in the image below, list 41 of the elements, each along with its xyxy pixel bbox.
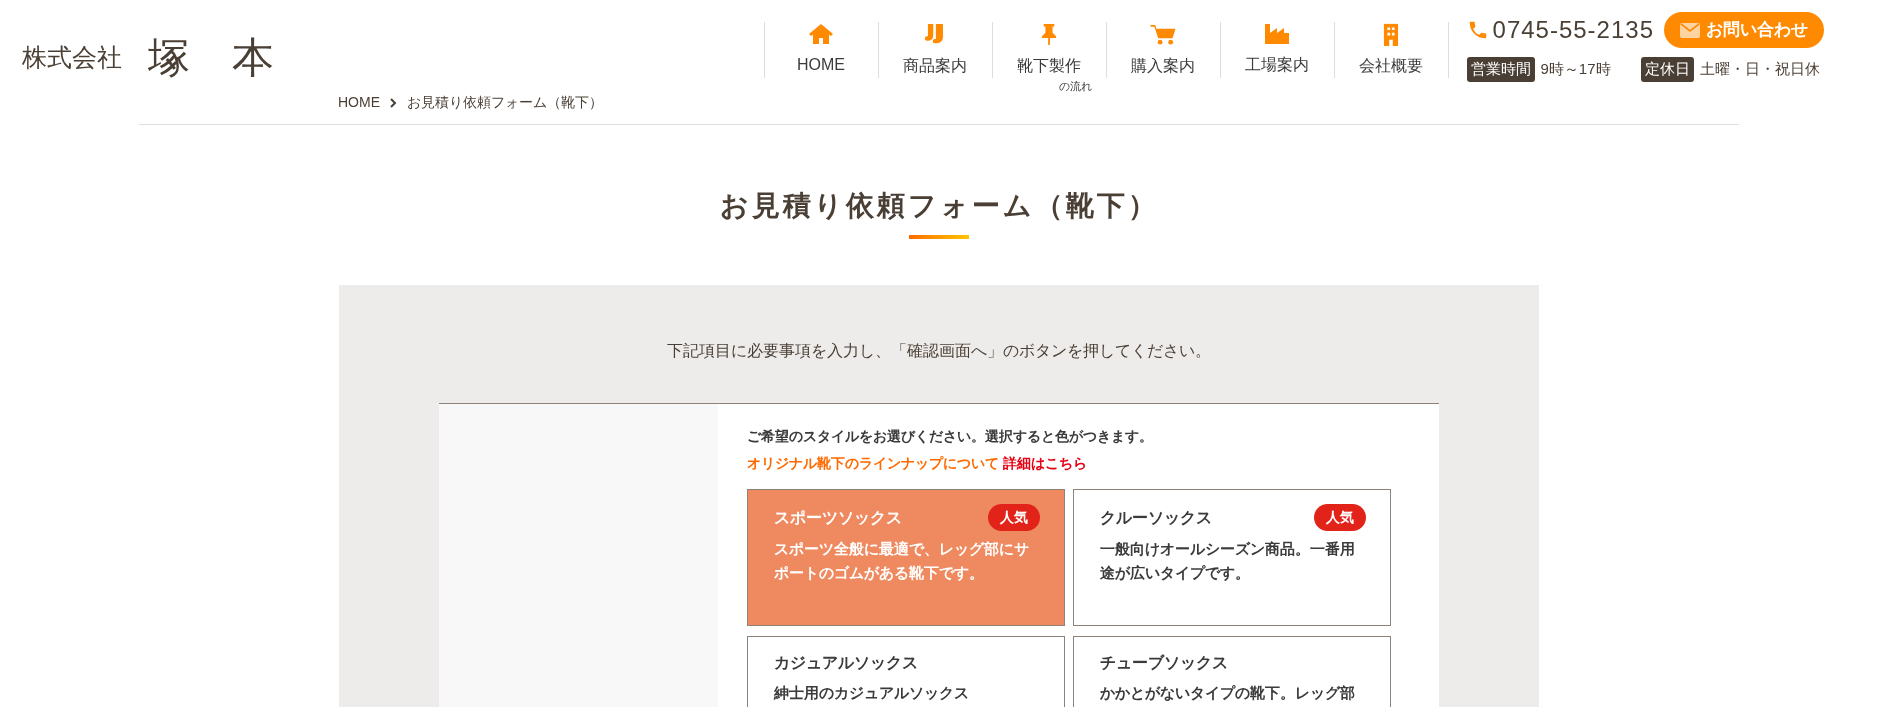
style-description: スポーツ全般に最適で、レッグ部にサポートのゴムがある靴下です。 [774, 540, 1030, 583]
closed-label: 定休日 [1640, 57, 1694, 82]
mail-icon [1680, 22, 1700, 38]
style-option-card[interactable]: チューブソックス かかとがないタイプの靴下。レッグ部 [1073, 636, 1391, 707]
details-link[interactable]: 詳細はこちら [1003, 453, 1087, 474]
closed-text: 土曜・日・祝日休 [1699, 59, 1820, 79]
popular-badge: 人気 [988, 504, 1040, 531]
intro-text: 下記項目に必要事項を入力し、「確認画面へ」のボタンを押してください。 [667, 341, 1211, 361]
style-option-card[interactable]: カジュアルソックス 紳士用のカジュアルソックス [747, 636, 1065, 707]
cart-icon [1149, 23, 1178, 46]
page-title: お見積り依頼フォーム（靴下） [719, 189, 1159, 223]
company-name: 塚 本 [148, 32, 274, 84]
home-icon [808, 23, 835, 45]
style-description: 紳士用のカジュアルソックス [774, 684, 970, 703]
building-icon [1382, 23, 1401, 46]
hours-text: 9時～17時 [1540, 59, 1611, 79]
nav-item[interactable]: 会社概要 [1334, 22, 1449, 78]
popular-badge: 人気 [1314, 504, 1366, 531]
hours-label: 営業時間 [1466, 57, 1535, 82]
company-type: 株式会社 [22, 41, 122, 73]
phone-number: 0745-55-2135 [1492, 15, 1654, 45]
nav-item[interactable]: 工場案内 [1220, 22, 1335, 78]
breadcrumb-link[interactable]: HOME [338, 92, 380, 113]
style-name: クルーソックス [1100, 507, 1212, 528]
chevron-icon [390, 97, 397, 108]
title-underline [909, 235, 969, 239]
style-instruction: ご希望のスタイルをお選びください。選択すると色がつきます。 [747, 427, 1154, 446]
nav-item[interactable]: HOME [764, 22, 879, 78]
style-name: チューブソックス [1100, 653, 1228, 673]
nav-item[interactable]: 商品案内 [878, 22, 993, 78]
style-option-card[interactable]: クルーソックス 人気 一般向けオールシーズン商品。一番用途が広いタイプです。 [1073, 489, 1391, 626]
factory-icon [1264, 23, 1291, 45]
style-option-card[interactable]: スポーツソックス 人気 スポーツ全般に最適で、レッグ部にサポートのゴムがある靴下です。 [747, 489, 1065, 626]
current-page-text: お見積り依頼フォーム（靴下） [407, 93, 603, 112]
style-description: 一般向けオールシーズン商品。一番用途が広いタイプです。 [1100, 540, 1356, 583]
style-description: かかとがないタイプの靴下。レッグ部 [1100, 684, 1356, 703]
style-name: カジュアルソックス [774, 653, 918, 673]
lineup-text: オリジナル靴下のラインナップについて [747, 454, 999, 473]
style-name: スポーツソックス [774, 507, 902, 528]
nav-subtitle: の流れ [1058, 79, 1092, 94]
nav-item[interactable]: 購入案内 [1106, 22, 1221, 78]
